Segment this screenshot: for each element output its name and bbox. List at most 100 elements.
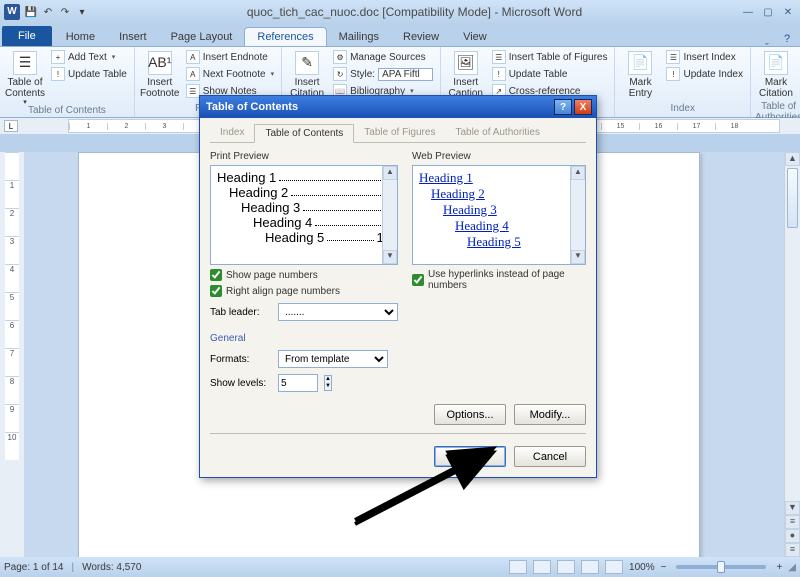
tab-file[interactable]: File	[2, 26, 52, 46]
citation-style-select[interactable]: ↻Style: APA Fiftl	[330, 66, 436, 82]
zoom-in-icon[interactable]: +	[776, 562, 782, 573]
view-web-layout-icon[interactable]	[557, 560, 575, 574]
word-count[interactable]: Words: 4,570	[82, 562, 141, 573]
web-preview-box: Heading 1Heading 2Heading 3Heading 4Head…	[412, 165, 586, 265]
toc-icon: ☰	[13, 51, 37, 75]
update-icon: !	[666, 67, 680, 81]
cancel-button[interactable]: Cancel	[514, 446, 586, 467]
zoom-out-icon[interactable]: −	[661, 562, 667, 573]
tab-stop-selector[interactable]: L	[4, 120, 18, 132]
view-print-layout-icon[interactable]	[509, 560, 527, 574]
citation-icon: ✎	[295, 51, 319, 75]
general-section-label: General	[210, 333, 586, 344]
tab-view[interactable]: View	[451, 28, 499, 46]
tab-mailings[interactable]: Mailings	[327, 28, 391, 46]
vertical-ruler[interactable]: 12345678910	[0, 152, 24, 557]
tab-review[interactable]: Review	[391, 28, 451, 46]
tab-insert[interactable]: Insert	[107, 28, 159, 46]
view-full-screen-icon[interactable]	[533, 560, 551, 574]
group-toc: ☰ Table of Contents ▾ +Add Text▾ !Update…	[0, 47, 135, 117]
tab-references[interactable]: References	[244, 27, 326, 46]
endnote-icon: A	[186, 50, 200, 64]
show-levels-spinner[interactable]	[278, 374, 318, 392]
zoom-slider[interactable]	[676, 565, 766, 569]
formats-select[interactable]: From template	[278, 350, 388, 368]
help-icon[interactable]: ?	[780, 32, 794, 46]
save-icon[interactable]: 💾	[24, 5, 38, 19]
insert-endnote-button[interactable]: AInsert Endnote	[183, 49, 277, 65]
manage-sources-button[interactable]: ⚙Manage Sources	[330, 49, 436, 65]
view-outline-icon[interactable]	[581, 560, 599, 574]
redo-icon[interactable]: ↷	[58, 5, 72, 19]
insert-footnote-label: Insert Footnote	[140, 77, 179, 99]
dialog-tab-tof[interactable]: Table of Figures	[354, 124, 445, 142]
use-hyperlinks-checkbox[interactable]: Use hyperlinks instead of page numbers	[412, 269, 586, 291]
insert-footnote-button[interactable]: AB¹ Insert Footnote	[139, 49, 181, 101]
tab-page-layout[interactable]: Page Layout	[159, 28, 245, 46]
mark-citation-label: Mark Citation	[757, 77, 795, 99]
show-levels-label: Show levels:	[210, 378, 272, 389]
statusbar-resize-icon[interactable]: ◢	[788, 562, 796, 573]
dialog-tab-toa[interactable]: Table of Authorities	[445, 124, 550, 142]
zoom-thumb[interactable]	[717, 561, 725, 573]
view-draft-icon[interactable]	[605, 560, 623, 574]
minimize-icon[interactable]: —	[740, 5, 756, 19]
add-text-button[interactable]: +Add Text▾	[48, 49, 130, 65]
dialog-help-icon[interactable]: ?	[554, 99, 572, 115]
dialog-tab-toc[interactable]: Table of Contents	[254, 124, 354, 143]
print-preview-scrollbar[interactable]: ▲▼	[382, 166, 397, 264]
scroll-up-icon[interactable]: ▲	[785, 152, 800, 166]
vertical-scrollbar[interactable]: ▲ ▼ ≡ ● ≡	[784, 152, 800, 557]
mark-citation-icon: 📄	[764, 51, 788, 75]
group-label-toc: Table of Contents	[4, 105, 130, 117]
modify-button[interactable]: Modify...	[514, 404, 586, 425]
spinner-up-icon[interactable]: ▲	[325, 376, 331, 383]
mark-citation-button[interactable]: 📄 Mark Citation	[755, 49, 797, 101]
toc-button[interactable]: ☰ Table of Contents ▾	[4, 49, 46, 109]
close-icon[interactable]: ✕	[780, 5, 796, 19]
spinner-down-icon[interactable]: ▼	[325, 383, 331, 390]
mark-entry-button[interactable]: 📄 Mark Entry	[619, 49, 661, 101]
titlebar: W 💾 ↶ ↷ ▾ quoc_tich_cac_nuoc.doc [Compat…	[0, 0, 800, 24]
ribbon-tabs: File Home Insert Page Layout References …	[0, 24, 800, 46]
print-preview-label: Print Preview	[210, 151, 398, 162]
scroll-down-icon[interactable]: ▼	[785, 501, 800, 515]
group-toa: 📄 Mark Citation Table of Authorities	[751, 47, 800, 117]
restore-icon[interactable]: ▢	[760, 5, 776, 19]
right-align-checkbox[interactable]: Right align page numbers	[210, 285, 398, 297]
prev-page-icon[interactable]: ≡	[785, 515, 800, 529]
tab-leader-label: Tab leader:	[210, 307, 272, 318]
zoom-level[interactable]: 100%	[629, 562, 655, 573]
web-preview-scrollbar[interactable]: ▲▼	[570, 166, 585, 264]
mark-entry-icon: 📄	[628, 51, 652, 75]
browse-object-icon[interactable]: ●	[785, 529, 800, 543]
undo-icon[interactable]: ↶	[41, 5, 55, 19]
insert-tof-button[interactable]: ☰Insert Table of Figures	[489, 49, 611, 65]
insert-caption-button[interactable]: 🖼 Insert Caption	[445, 49, 487, 101]
options-button[interactable]: Options...	[434, 404, 506, 425]
quick-access-toolbar: 💾 ↶ ↷ ▾	[24, 5, 89, 19]
statusbar: Page: 1 of 14 | Words: 4,570 100% − + ◢	[0, 557, 800, 577]
tab-home[interactable]: Home	[54, 28, 107, 46]
next-footnote-icon: A	[186, 67, 200, 81]
tab-leader-select[interactable]: .......	[278, 303, 398, 321]
ribbon-minimize-icon[interactable]: ˬ	[760, 32, 774, 46]
dialog-titlebar[interactable]: Table of Contents ? X	[200, 96, 596, 118]
show-page-numbers-checkbox[interactable]: Show page numbers	[210, 269, 398, 281]
next-page-icon[interactable]: ≡	[785, 543, 800, 557]
caption-icon: 🖼	[454, 51, 478, 75]
ok-button[interactable]: OK	[434, 446, 506, 467]
update-index-button[interactable]: !Update Index	[663, 66, 746, 82]
show-notes-icon: ☰	[186, 84, 200, 98]
next-footnote-button[interactable]: ANext Footnote▾	[183, 66, 277, 82]
update-icon: !	[492, 67, 506, 81]
dialog-tab-index[interactable]: Index	[210, 124, 254, 142]
insert-index-button[interactable]: ☰Insert Index	[663, 49, 746, 65]
footnote-icon: AB¹	[148, 51, 172, 75]
update-table-button[interactable]: !Update Table	[48, 66, 130, 82]
qat-dropdown-icon[interactable]: ▾	[75, 5, 89, 19]
update-tof-button[interactable]: !Update Table	[489, 66, 611, 82]
scroll-thumb[interactable]	[787, 168, 798, 228]
page-indicator[interactable]: Page: 1 of 14	[4, 562, 64, 573]
dialog-close-icon[interactable]: X	[574, 99, 592, 115]
